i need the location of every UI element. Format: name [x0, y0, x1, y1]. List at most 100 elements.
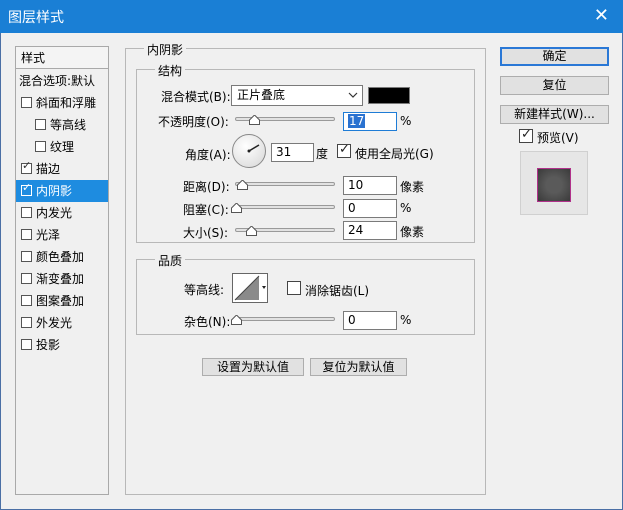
title-bar: 图层样式 ✕ — [0, 0, 623, 33]
inner-shadow-group: 内阴影 结构 混合模式(B): 正片叠底 不透明度(O): 17 % 角度(A)… — [125, 41, 486, 495]
chevron-down-icon — [348, 86, 358, 112]
blend-mode-value: 正片叠底 — [237, 88, 286, 102]
angle-dial[interactable] — [232, 134, 266, 168]
contour-picker[interactable] — [232, 273, 268, 303]
sidebar-item-label: 投影 — [36, 338, 61, 352]
sidebar-item-texture[interactable]: 纹理 — [16, 136, 108, 158]
check-icon: ✓ — [521, 127, 532, 142]
distance-unit: 像素 — [400, 180, 425, 194]
texture-checkbox[interactable] — [35, 141, 46, 152]
size-input[interactable]: 24 — [343, 221, 397, 240]
sidebar-item-stroke[interactable]: ✓ 描边 — [16, 158, 108, 180]
drop-shadow-checkbox[interactable] — [21, 339, 32, 350]
angle-dial-icon — [247, 144, 260, 153]
contour-checkbox[interactable] — [35, 119, 46, 130]
antialias-label[interactable]: 消除锯齿(L) — [305, 282, 369, 299]
dialog-client: 样式 混合选项:默认 斜面和浮雕 等高线 纹理 ✓ 描边 ✓ 内阴影 内发光 光… — [0, 33, 623, 510]
sidebar-item-outer-glow[interactable]: 外发光 — [16, 312, 108, 334]
new-style-button[interactable]: 新建样式(W)... — [500, 105, 609, 124]
sidebar-item-blending-options[interactable]: 混合选项:默认 — [16, 70, 108, 92]
sidebar-item-label: 颜色叠加 — [36, 250, 85, 264]
sidebar-item-label: 斜面和浮雕 — [36, 96, 97, 110]
blend-mode-select[interactable]: 正片叠底 — [231, 85, 363, 106]
slider-thumb-icon[interactable] — [231, 203, 242, 213]
style-list-header[interactable]: 样式 — [16, 47, 108, 69]
opacity-slider[interactable] — [235, 113, 335, 127]
style-list-header-label: 样式 — [21, 51, 46, 65]
distance-slider[interactable] — [235, 178, 335, 192]
window-title: 图层样式 — [8, 10, 64, 26]
choke-slider[interactable] — [231, 201, 335, 215]
close-icon[interactable]: ✕ — [594, 5, 609, 26]
pattern-overlay-checkbox[interactable] — [21, 295, 32, 306]
sidebar-item-label: 内阴影 — [36, 184, 73, 198]
noise-unit: % — [400, 313, 412, 327]
check-icon: ✓ — [22, 159, 32, 172]
global-light-checkbox[interactable]: ✓ — [337, 142, 351, 158]
make-default-button[interactable]: 设置为默认值 — [202, 358, 304, 376]
opacity-input[interactable]: 17 — [343, 112, 397, 131]
sidebar-item-inner-shadow[interactable]: ✓ 内阴影 — [16, 180, 108, 202]
choke-label: 阻塞(C): — [183, 203, 229, 217]
quality-legend: 品质 — [155, 252, 186, 269]
quality-group: 品质 等高线: 消除锯齿(L) 杂色(N): 0 % — [136, 252, 475, 335]
sidebar-item-bevel-emboss[interactable]: 斜面和浮雕 — [16, 92, 108, 114]
distance-input[interactable]: 10 — [343, 176, 397, 195]
noise-label: 杂色(N): — [184, 315, 231, 329]
reset-button[interactable]: 复位 — [500, 76, 609, 95]
bevel-emboss-checkbox[interactable] — [21, 97, 32, 108]
slider-thumb-icon[interactable] — [231, 315, 242, 325]
blend-mode-label: 混合模式(B): — [161, 90, 231, 104]
shadow-color-swatch[interactable] — [368, 87, 410, 104]
sidebar-item-label: 图案叠加 — [36, 294, 85, 308]
satin-checkbox[interactable] — [21, 229, 32, 240]
sidebar-item-drop-shadow[interactable]: 投影 — [16, 334, 108, 356]
opacity-unit: % — [400, 114, 412, 128]
sidebar-item-contour[interactable]: 等高线 — [16, 114, 108, 136]
check-icon: ✓ — [339, 142, 350, 157]
choke-input[interactable]: 0 — [343, 199, 397, 218]
size-slider[interactable] — [235, 224, 335, 238]
angle-unit: 度 — [316, 147, 329, 161]
check-icon: ✓ — [22, 181, 32, 194]
structure-group: 结构 混合模式(B): 正片叠底 不透明度(O): 17 % 角度(A): 31… — [136, 62, 475, 243]
style-preview-thumbnail — [520, 151, 588, 215]
ok-button[interactable]: 确定 — [500, 47, 609, 66]
outer-glow-checkbox[interactable] — [21, 317, 32, 328]
sidebar-item-label: 光泽 — [36, 228, 61, 242]
inner-glow-checkbox[interactable] — [21, 207, 32, 218]
sidebar-item-pattern-overlay[interactable]: 图案叠加 — [16, 290, 108, 312]
gradient-overlay-checkbox[interactable] — [21, 273, 32, 284]
linear-contour-icon — [234, 275, 266, 301]
noise-slider[interactable] — [231, 313, 335, 327]
antialias-checkbox[interactable] — [287, 281, 301, 295]
sidebar-item-label: 描边 — [36, 162, 61, 176]
sidebar-item-label: 等高线 — [50, 118, 87, 132]
style-list: 样式 混合选项:默认 斜面和浮雕 等高线 纹理 ✓ 描边 ✓ 内阴影 内发光 光… — [15, 46, 109, 495]
inner-shadow-checkbox[interactable]: ✓ — [21, 181, 32, 196]
distance-label: 距离(D): — [183, 180, 230, 194]
reset-default-button[interactable]: 复位为默认值 — [310, 358, 407, 376]
stroke-checkbox[interactable]: ✓ — [21, 159, 32, 174]
noise-input[interactable]: 0 — [343, 311, 397, 330]
sidebar-item-label: 纹理 — [50, 140, 75, 154]
opacity-label: 不透明度(O): — [158, 115, 229, 129]
inner-shadow-legend: 内阴影 — [144, 41, 187, 58]
slider-thumb-icon[interactable] — [237, 180, 248, 190]
sidebar-item-label: 混合选项:默认 — [19, 74, 96, 88]
choke-unit: % — [400, 201, 412, 215]
sidebar-item-label: 外发光 — [36, 316, 73, 330]
slider-thumb-icon[interactable] — [249, 115, 260, 125]
color-overlay-checkbox[interactable] — [21, 251, 32, 262]
sidebar-item-inner-glow[interactable]: 内发光 — [16, 202, 108, 224]
sidebar-item-color-overlay[interactable]: 颜色叠加 — [16, 246, 108, 268]
sidebar-item-gradient-overlay[interactable]: 渐变叠加 — [16, 268, 108, 290]
size-label: 大小(S): — [183, 226, 229, 240]
preview-checkbox[interactable]: ✓ — [519, 127, 533, 143]
preview-label[interactable]: 预览(V) — [537, 129, 579, 146]
sidebar-item-satin[interactable]: 光泽 — [16, 224, 108, 246]
global-light-label[interactable]: 使用全局光(G) — [355, 145, 434, 162]
sidebar-item-label: 渐变叠加 — [36, 272, 85, 286]
slider-thumb-icon[interactable] — [246, 226, 257, 236]
angle-input[interactable]: 31 — [271, 143, 314, 162]
